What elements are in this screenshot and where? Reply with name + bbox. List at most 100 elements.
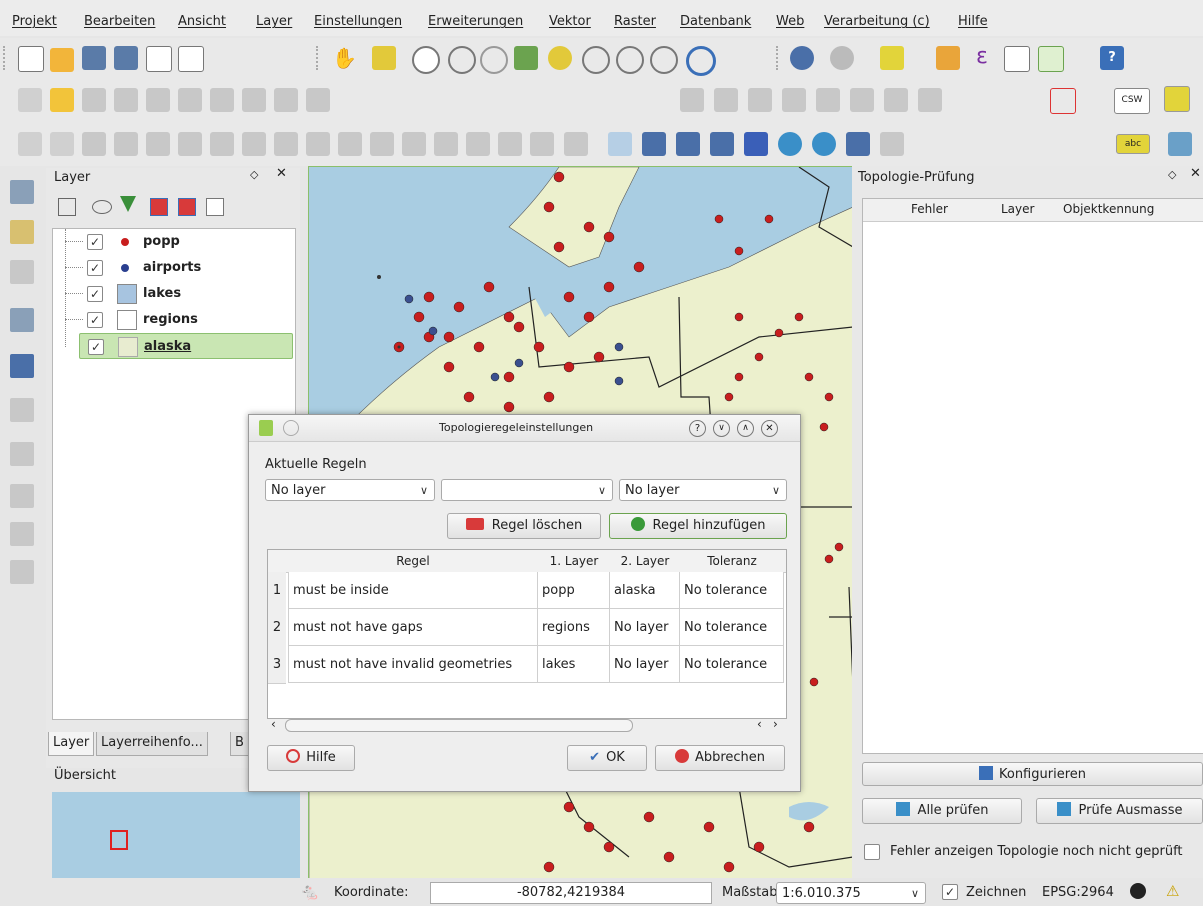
advanced-edit-icon[interactable] bbox=[434, 132, 458, 156]
menu-datenbank[interactable]: Datenbank bbox=[680, 14, 751, 29]
layer-visibility-checkbox[interactable]: ✓ bbox=[87, 286, 103, 302]
scroll-left-icon[interactable]: ‹ bbox=[271, 717, 276, 731]
add-postgis-layer-icon[interactable] bbox=[10, 260, 34, 284]
overview-map[interactable] bbox=[52, 792, 300, 878]
crs-label[interactable]: EPSG:2964 bbox=[1042, 885, 1114, 900]
add-wcs-icon[interactable] bbox=[778, 132, 802, 156]
menu-raster[interactable]: Raster bbox=[614, 14, 656, 29]
layer2-cell[interactable]: No layer bbox=[610, 646, 680, 683]
col-regel[interactable]: Regel bbox=[288, 550, 538, 572]
layer1-combo[interactable]: No layer ∨ bbox=[265, 479, 435, 501]
dialog-titlebar[interactable]: Topologieregeleinstellungen ? ∨ ∧ ✕ bbox=[249, 415, 800, 442]
advanced-edit-icon[interactable] bbox=[210, 132, 234, 156]
layer-item-regions[interactable]: ✓ regions bbox=[53, 307, 293, 333]
delete-rule-button[interactable]: Regel löschen bbox=[447, 513, 601, 539]
open-project-icon[interactable] bbox=[50, 48, 74, 72]
col-toleranz[interactable]: Toleranz bbox=[680, 550, 784, 572]
add-wfs-layer-icon[interactable] bbox=[10, 522, 34, 546]
expression-icon[interactable]: ε bbox=[970, 44, 994, 69]
rule-cell[interactable]: must not have gaps bbox=[288, 609, 538, 646]
layer1-cell[interactable]: lakes bbox=[538, 646, 610, 683]
new-project-icon[interactable] bbox=[18, 46, 44, 72]
close-panel-icon[interactable]: ✕ bbox=[276, 166, 287, 181]
minimize-icon[interactable]: ∨ bbox=[713, 420, 730, 437]
label-tool-icon[interactable] bbox=[816, 88, 840, 112]
check-extent-button[interactable]: Prüfe Ausmasse bbox=[1036, 798, 1203, 824]
layer1-cell[interactable]: popp bbox=[538, 572, 610, 609]
open-style-icon[interactable] bbox=[58, 198, 76, 216]
col-layer1[interactable]: 1. Layer bbox=[538, 550, 610, 572]
layer-visibility-checkbox[interactable]: ✓ bbox=[87, 312, 103, 328]
help-icon[interactable]: ? bbox=[1100, 46, 1124, 70]
tab-layer[interactable]: Layer bbox=[48, 732, 95, 756]
menu-erweiterungen[interactable]: Erweiterungen bbox=[428, 14, 523, 29]
error-table[interactable]: Fehler Layer Objektkennung bbox=[862, 198, 1203, 754]
add-mssql-layer-icon[interactable] bbox=[10, 398, 34, 422]
expand-all-icon[interactable] bbox=[150, 198, 168, 216]
statistics-icon[interactable] bbox=[1038, 46, 1064, 72]
scroll-right-icon[interactable]: › bbox=[773, 717, 778, 731]
advanced-edit-icon[interactable] bbox=[402, 132, 426, 156]
advanced-edit-icon[interactable] bbox=[370, 132, 394, 156]
add-spatialite-icon[interactable] bbox=[710, 132, 734, 156]
paste-features-icon[interactable] bbox=[306, 88, 330, 112]
check-all-button[interactable]: Alle prüfen bbox=[862, 798, 1022, 824]
menu-web[interactable]: Web bbox=[776, 14, 804, 29]
layer-visibility-checkbox[interactable]: ✓ bbox=[87, 234, 103, 250]
layer-item-alaska[interactable]: ✓ alaska bbox=[79, 333, 293, 359]
cancel-button[interactable]: Abbrechen bbox=[655, 745, 785, 771]
tolerance-cell[interactable]: No tolerance bbox=[680, 609, 784, 646]
float-panel-icon[interactable]: ◇ bbox=[250, 168, 258, 181]
rule-cell[interactable]: must be inside bbox=[288, 572, 538, 609]
menu-vektor[interactable]: Vektor bbox=[549, 14, 591, 29]
col-objektkennung[interactable]: Objektkennung bbox=[1063, 202, 1154, 216]
menu-hilfe[interactable]: Hilfe bbox=[958, 14, 988, 29]
node-tool-icon[interactable] bbox=[178, 88, 202, 112]
advanced-edit-icon[interactable] bbox=[306, 132, 330, 156]
zoom-native-icon[interactable] bbox=[480, 46, 508, 74]
render-checkbox[interactable]: ✓ bbox=[942, 884, 958, 900]
table-row[interactable]: 3 must not have invalid geometries lakes… bbox=[268, 646, 786, 684]
close-panel-icon[interactable]: ✕ bbox=[1190, 166, 1201, 181]
advanced-edit-icon[interactable] bbox=[466, 132, 490, 156]
layer-visibility-checkbox[interactable]: ✓ bbox=[87, 260, 103, 276]
copy-features-icon[interactable] bbox=[274, 88, 298, 112]
ok-button[interactable]: ✔ OK bbox=[567, 745, 647, 771]
advanced-edit-icon[interactable] bbox=[498, 132, 522, 156]
menu-layer[interactable]: Layer bbox=[256, 14, 292, 29]
menu-projekt[interactable]: Projekt bbox=[12, 14, 57, 29]
maximize-icon[interactable]: ∧ bbox=[737, 420, 754, 437]
advanced-edit-icon[interactable] bbox=[178, 132, 202, 156]
add-wms-layer-icon[interactable] bbox=[10, 354, 34, 378]
layer2-cell[interactable]: No layer bbox=[610, 609, 680, 646]
advanced-edit-icon[interactable] bbox=[114, 132, 138, 156]
crs-status-icon[interactable] bbox=[1130, 883, 1146, 899]
show-errors-checkbox[interactable] bbox=[864, 844, 880, 860]
add-wms-icon[interactable] bbox=[744, 132, 768, 156]
scale-combo[interactable]: 1:6.010.375 ∨ bbox=[776, 882, 926, 904]
add-delimited-layer-icon[interactable] bbox=[10, 560, 34, 584]
new-layer-icon[interactable] bbox=[880, 132, 904, 156]
label-tool-icon[interactable] bbox=[680, 88, 704, 112]
zoom-to-selection-icon[interactable] bbox=[548, 46, 572, 70]
layer-visibility-checkbox[interactable]: ✓ bbox=[88, 339, 104, 355]
label-tool-icon[interactable] bbox=[850, 88, 874, 112]
configure-button[interactable]: Konfigurieren bbox=[862, 762, 1203, 786]
add-feature-icon[interactable] bbox=[114, 88, 138, 112]
tolerance-cell[interactable]: No tolerance bbox=[680, 646, 784, 683]
save-edits-icon[interactable] bbox=[82, 88, 106, 112]
add-rule-button[interactable]: Regel hinzufügen bbox=[609, 513, 787, 539]
add-raster-icon[interactable] bbox=[642, 132, 666, 156]
add-spatialite-layer-icon[interactable] bbox=[10, 308, 34, 332]
new-print-composer-icon[interactable] bbox=[146, 46, 172, 72]
add-delimited-text-icon[interactable] bbox=[846, 132, 870, 156]
advanced-edit-icon[interactable] bbox=[338, 132, 362, 156]
tolerance-cell[interactable]: No tolerance bbox=[680, 572, 784, 609]
col-fehler[interactable]: Fehler bbox=[911, 202, 948, 216]
label-tool-icon[interactable] bbox=[884, 88, 908, 112]
toggle-edit-icon[interactable] bbox=[18, 88, 42, 112]
visibility-eye-icon[interactable] bbox=[92, 200, 112, 214]
deselect-icon[interactable] bbox=[880, 46, 904, 70]
digitizer-icon[interactable] bbox=[1164, 86, 1190, 112]
advanced-edit-icon[interactable] bbox=[82, 132, 106, 156]
